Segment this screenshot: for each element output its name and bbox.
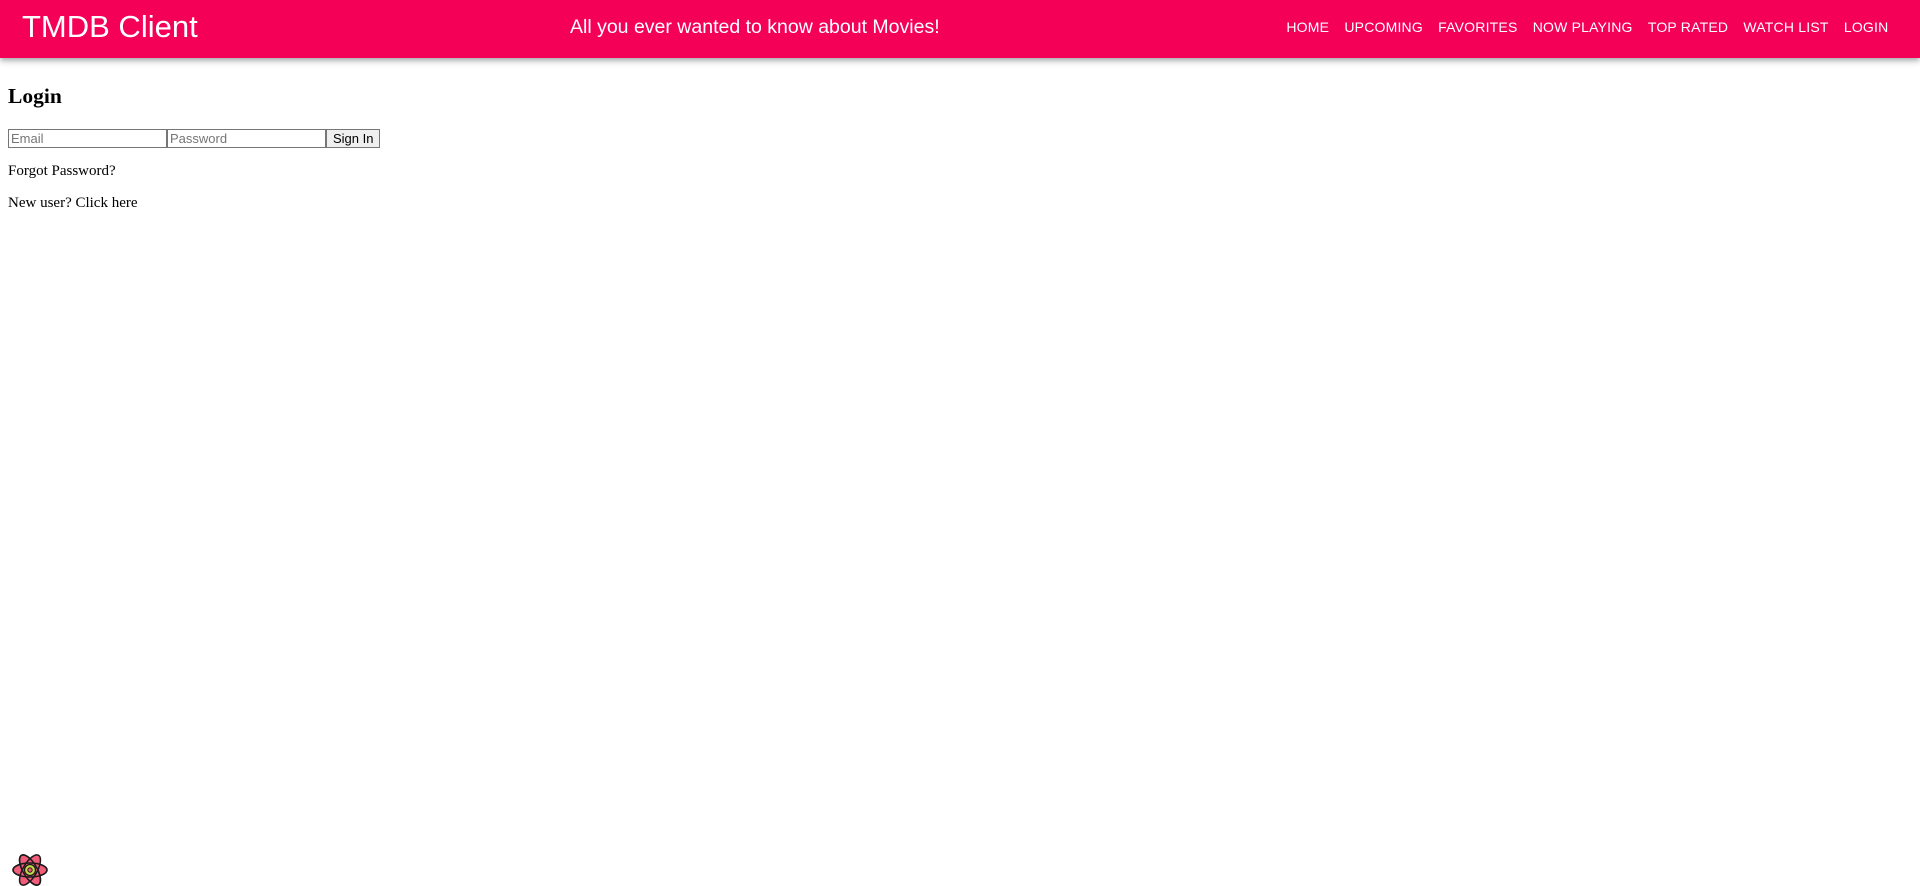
main-nav: HOME UPCOMING FAVORITES NOW PLAYING TOP … [1279, 13, 1896, 41]
nav-favorites[interactable]: FAVORITES [1431, 13, 1526, 41]
login-form: Sign In [8, 129, 381, 148]
nav-top-rated[interactable]: TOP RATED [1640, 13, 1736, 41]
nav-now-playing[interactable]: NOW PLAYING [1525, 13, 1640, 41]
sign-in-button[interactable]: Sign In [326, 129, 381, 148]
app-tagline: All you ever wanted to know about Movies… [570, 16, 940, 38]
nav-upcoming[interactable]: UPCOMING [1337, 13, 1431, 41]
react-atom-icon [10, 852, 50, 886]
nav-watch-list[interactable]: WATCH LIST [1736, 13, 1836, 41]
password-field[interactable] [167, 129, 326, 148]
login-section: Login [8, 82, 62, 110]
nav-home[interactable]: HOME [1279, 13, 1337, 41]
forgot-password-link[interactable]: Forgot Password? [8, 162, 116, 180]
page-title: Login [8, 84, 62, 108]
app-bar: TMDB Client All you ever wanted to know … [0, 0, 1920, 58]
app-title: TMDB Client [22, 9, 198, 44]
new-user-link[interactable]: New user? Click here [8, 194, 138, 212]
nav-login[interactable]: LOGIN [1836, 13, 1896, 41]
email-field[interactable] [8, 129, 167, 148]
